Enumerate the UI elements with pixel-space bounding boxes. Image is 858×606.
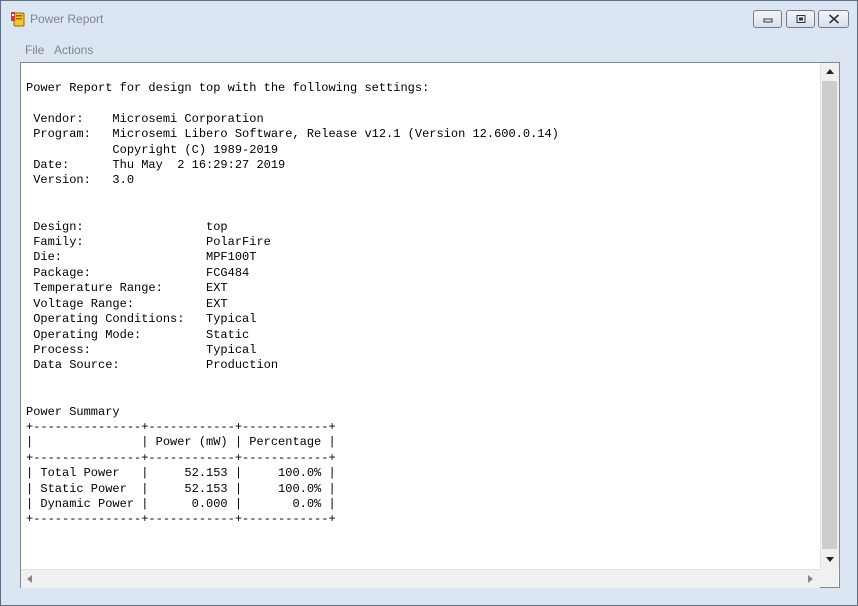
menu-bar: File Actions	[9, 41, 849, 61]
title-bar[interactable]: Power Report	[1, 1, 857, 37]
minimize-icon	[763, 18, 772, 23]
horizontal-scrollbar[interactable]	[21, 569, 820, 588]
arrow-down-icon	[826, 557, 834, 562]
menu-actions[interactable]: Actions	[54, 43, 93, 57]
close-icon	[828, 14, 839, 24]
scroll-right-button[interactable]	[802, 570, 820, 588]
minimize-button[interactable]	[753, 10, 782, 28]
report-window: Power Report File Actions Power Report f…	[0, 0, 858, 606]
restore-button[interactable]	[786, 10, 815, 28]
arrow-right-icon	[808, 575, 813, 583]
scroll-left-button[interactable]	[21, 570, 39, 588]
scroll-up-button[interactable]	[821, 63, 839, 81]
power-report-icon	[10, 11, 26, 27]
arrow-up-icon	[826, 69, 834, 74]
scrollbar-corner	[820, 569, 838, 587]
report-text-area[interactable]: Power Report for design top with the fol…	[20, 62, 840, 588]
vertical-scrollbar[interactable]	[820, 63, 839, 569]
arrow-left-icon	[27, 575, 32, 583]
vertical-scroll-thumb[interactable]	[822, 81, 837, 549]
close-button[interactable]	[818, 10, 849, 28]
power-report-text: Power Report for design top with the fol…	[26, 81, 559, 527]
restore-icon	[796, 15, 805, 23]
window-title: Power Report	[30, 12, 104, 26]
menu-file[interactable]: File	[25, 43, 44, 57]
scroll-down-button[interactable]	[821, 551, 839, 569]
